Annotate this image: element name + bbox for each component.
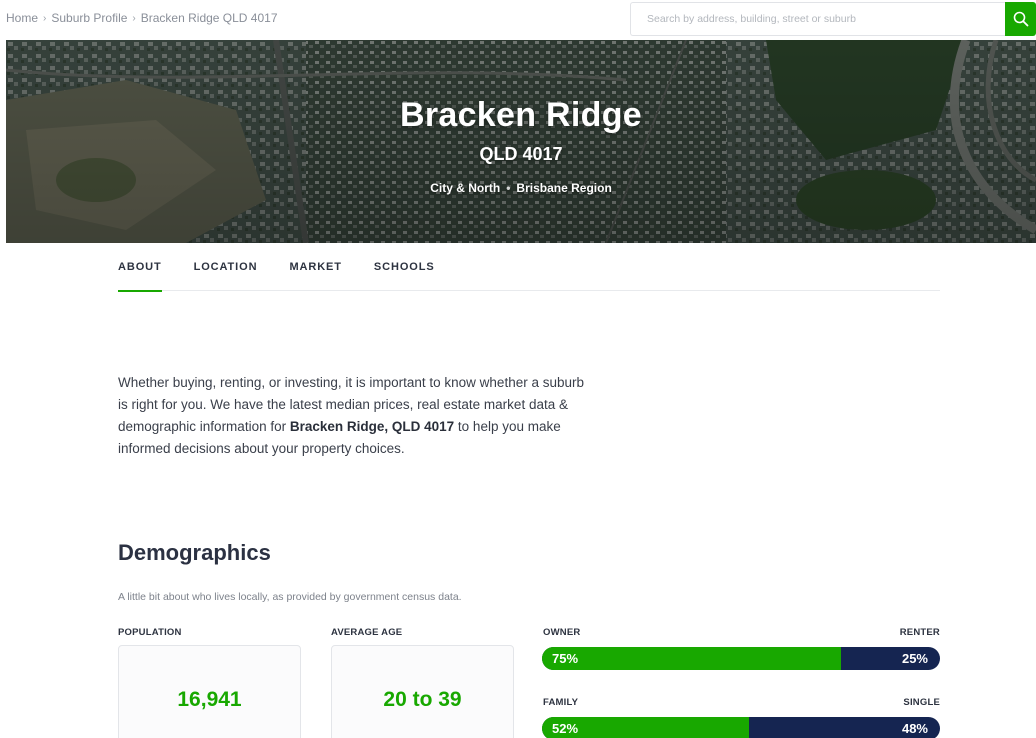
family-percent: 52% xyxy=(552,721,579,736)
search-box xyxy=(630,2,1006,36)
population-card: 16,941 xyxy=(118,645,301,738)
breadcrumb-suburb-profile-link[interactable]: Suburb Profile xyxy=(51,11,127,25)
owner-label: OWNER xyxy=(543,627,581,638)
owner-percent: 75% xyxy=(552,651,579,666)
owner-renter-bar: 75% 25% xyxy=(542,647,940,670)
renter-percent: 25% xyxy=(901,651,928,666)
hero-text: Bracken Ridge QLD 4017 City & North • Br… xyxy=(6,40,1036,243)
renter-label: RENTER xyxy=(899,627,940,638)
demographics-heading: Demographics xyxy=(118,540,271,565)
region-name: Brisbane Region xyxy=(516,181,612,195)
intro-paragraph: Whether buying, renting, or investing, i… xyxy=(118,372,588,460)
region-line: City & North • Brisbane Region xyxy=(6,181,1036,195)
section-tabs: ABOUT LOCATION MARKET SCHOOLS xyxy=(118,259,940,292)
search-input[interactable] xyxy=(631,3,1006,35)
population-label: POPULATION xyxy=(118,627,182,638)
renter-bar-segment: 25% xyxy=(841,647,941,670)
area-name: City & North xyxy=(430,181,501,195)
family-single-bar: 52% 48% xyxy=(542,717,940,738)
owner-renter-header: OWNER RENTER xyxy=(543,627,940,638)
average-age-value: 20 to 39 xyxy=(383,688,462,711)
average-age-card: 20 to 39 xyxy=(331,645,514,738)
demographics-subtitle: A little bit about who lives locally, as… xyxy=(118,591,462,603)
search-icon xyxy=(1013,11,1028,27)
family-label: FAMILY xyxy=(543,697,579,708)
average-age-label: AVERAGE AGE xyxy=(331,627,403,638)
breadcrumb-current: Bracken Ridge QLD 4017 xyxy=(140,11,278,25)
population-value: 16,941 xyxy=(177,688,242,711)
suburb-title: Bracken Ridge xyxy=(400,96,642,134)
breadcrumb-separator: › xyxy=(43,12,47,24)
tab-market[interactable]: MARKET xyxy=(289,259,341,291)
single-percent: 48% xyxy=(901,721,928,736)
owner-bar-segment: 75% xyxy=(542,647,841,670)
tab-schools[interactable]: SCHOOLS xyxy=(374,259,435,291)
search-button[interactable] xyxy=(1005,2,1036,36)
breadcrumb-home-link[interactable]: Home xyxy=(6,11,38,25)
breadcrumb: Home › Suburb Profile › Bracken Ridge QL… xyxy=(6,11,278,25)
tab-about[interactable]: ABOUT xyxy=(118,259,162,292)
family-bar-segment: 52% xyxy=(542,717,749,738)
intro-suburb-highlight: Bracken Ridge, QLD 4017 xyxy=(289,419,455,434)
tab-location[interactable]: LOCATION xyxy=(194,259,258,291)
state-postcode: QLD 4017 xyxy=(479,144,563,164)
top-bar: Home › Suburb Profile › Bracken Ridge QL… xyxy=(0,0,1036,40)
breadcrumb-separator: › xyxy=(132,12,136,24)
family-single-header: FAMILY SINGLE xyxy=(543,697,940,708)
region-separator: • xyxy=(506,181,511,195)
hero-banner: Bracken Ridge QLD 4017 City & North • Br… xyxy=(6,40,1036,243)
single-label: SINGLE xyxy=(903,697,940,708)
single-bar-segment: 48% xyxy=(749,717,940,738)
